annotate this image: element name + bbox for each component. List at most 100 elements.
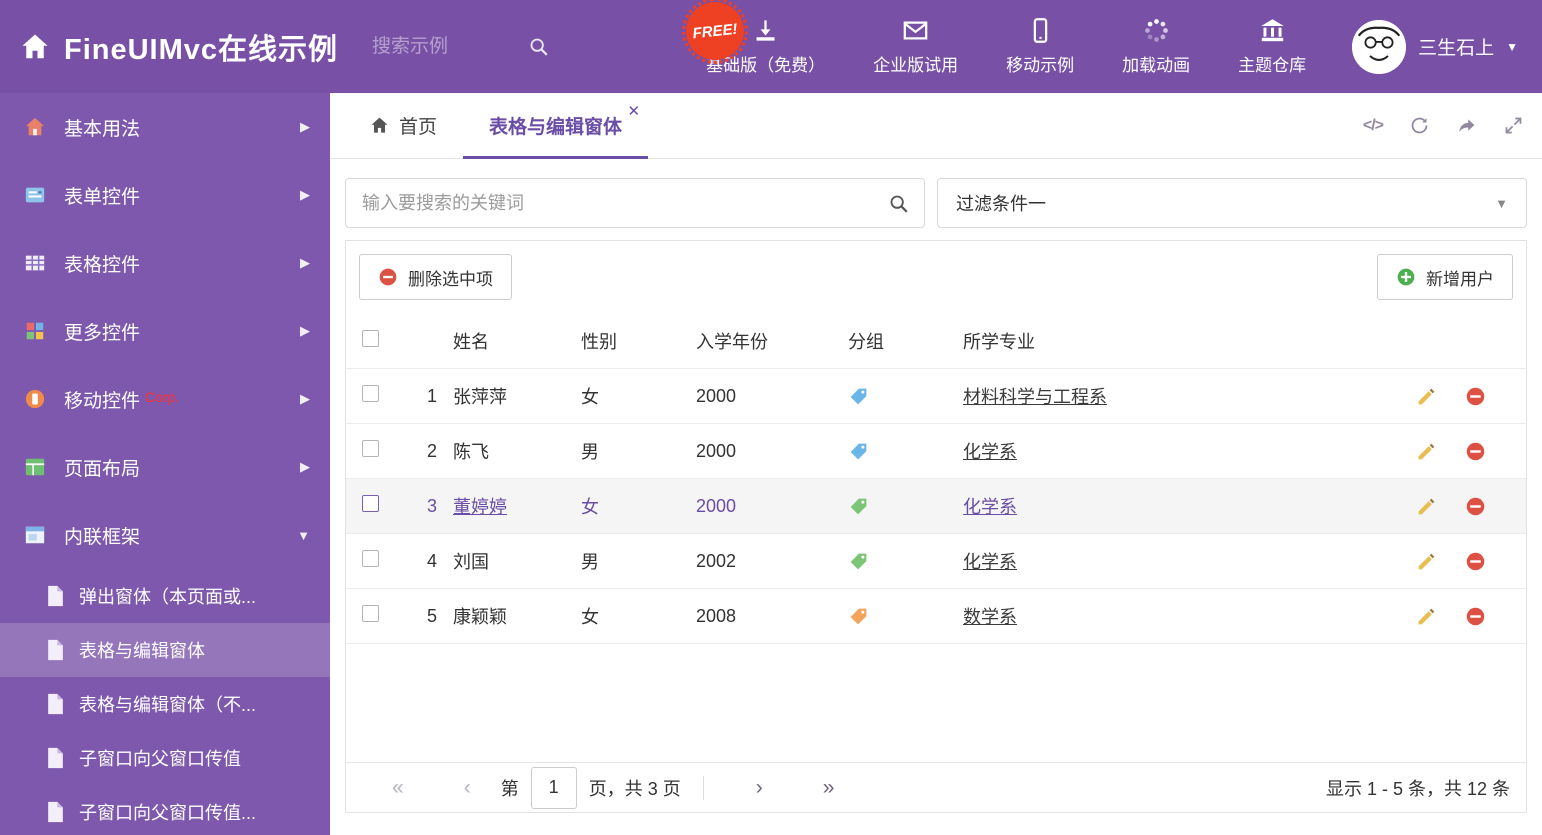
sidebar-item-form-controls[interactable]: 表单控件 ▶ [0,161,330,229]
nav-label: 主题仓库 [1238,56,1307,75]
source-code-icon[interactable]: </> [1363,117,1384,135]
cell-gender: 男 [581,442,599,462]
row-checkbox[interactable] [362,550,379,567]
edit-icon[interactable] [1416,386,1437,407]
tab-grid-edit-window[interactable]: 表格与编辑窗体 ✕ [463,93,649,159]
keyword-search-box [345,178,925,228]
nav-label: 加载动画 [1122,56,1191,75]
major-link[interactable]: 数学系 [963,607,1017,627]
row-index: 3 [426,495,437,516]
sidebar-subitem-popup-window[interactable]: 弹出窗体（本页面或... [0,569,330,623]
delete-selected-button[interactable]: 删除选中项 [359,254,512,300]
button-label: 删除选中项 [408,269,493,289]
keyword-search-input[interactable] [346,179,924,227]
cell-year: 2008 [696,605,737,626]
table-row: 5 康颖颖 女 2008 数学系 [346,589,1526,644]
major-link[interactable]: 化学系 [963,442,1017,462]
sidebar-nav: 基本用法 ▶ 表单控件 ▶ 表格控件 ▶ 更多控件 ▶ 移动控件 Corp. ▶ [0,93,330,835]
chevron-down-icon: ▼ [297,527,310,543]
sidebar-subitem-child-to-parent-2[interactable]: 子窗口向父窗口传值... [0,785,330,835]
delete-icon[interactable] [1465,386,1486,407]
sidebar-item-label: 内联框架 [64,526,141,548]
edit-icon[interactable] [1416,496,1437,517]
envelope-icon [902,17,929,44]
download-icon [752,17,779,44]
row-index: 2 [426,440,437,461]
prev-page-button[interactable]: ‹ [434,777,501,798]
spinner-icon [1143,17,1170,44]
filter-dropdown[interactable]: 过滤条件一 ▼ [937,178,1527,228]
major-link[interactable]: 化学系 [963,552,1017,572]
row-checkbox[interactable] [362,495,379,512]
cell-name[interactable]: 董婷婷 [451,493,576,519]
user-menu[interactable]: 三生石上 ▼ [1334,19,1542,74]
page-prefix-label: 第 [500,778,519,799]
pagination-bar: « ‹ 第 页，共 3 页 › » 显示 1 - 5 条，共 12 条 [346,762,1526,812]
home-icon [24,116,46,138]
edit-icon[interactable] [1416,606,1437,627]
cell-name: 刘国 [453,552,489,572]
header-search-input[interactable] [372,35,503,58]
sidebar-subitem-label: 表格与编辑窗体（不... [79,695,257,715]
record-count-summary: 显示 1 - 5 条，共 12 条 [1325,778,1510,799]
cell-gender: 女 [581,607,599,627]
sidebar-item-grid-controls[interactable]: 表格控件 ▶ [0,229,330,297]
row-checkbox[interactable] [362,385,379,402]
chevron-right-icon: ▶ [300,255,310,270]
sidebar-subitem-label: 表格与编辑窗体 [79,641,205,661]
cell-name: 陈飞 [453,442,489,462]
search-icon[interactable] [528,36,550,58]
cell-gender: 男 [581,552,599,572]
edit-icon[interactable] [1416,441,1437,462]
major-link[interactable]: 材料科学与工程系 [963,387,1107,407]
sidebar-item-page-layout[interactable]: 页面布局 ▶ [0,433,330,501]
tag-icon [848,496,869,517]
delete-icon[interactable] [1465,441,1486,462]
major-link[interactable]: 化学系 [963,497,1017,517]
nav-mobile-demo[interactable]: 移动示例 [986,17,1094,76]
table-header-row: 姓名 性别 入学年份 分组 所学专业 [346,313,1526,369]
first-page-button[interactable]: « [362,777,434,798]
search-icon[interactable] [888,193,910,215]
page-number-input[interactable] [530,766,577,809]
nav-enterprise-trial[interactable]: 企业版试用 [853,17,978,76]
close-icon[interactable]: ✕ [627,102,640,120]
delete-icon[interactable] [1465,496,1486,517]
sidebar-item-mobile-controls[interactable]: 移动控件 Corp. ▶ [0,365,330,433]
header-search [372,35,550,58]
row-index: 4 [426,550,437,571]
sidebar-subitem-grid-edit-window-2[interactable]: 表格与编辑窗体（不... [0,677,330,731]
delete-icon[interactable] [1465,606,1486,627]
expand-icon[interactable] [1503,115,1524,136]
sidebar-subitem-grid-edit-window[interactable]: 表格与编辑窗体 [0,623,330,677]
sidebar-item-basic-usage[interactable]: 基本用法 ▶ [0,93,330,161]
tag-icon [848,551,869,572]
table-row: 1 张萍萍 女 2000 材料科学与工程系 [346,369,1526,424]
sidebar-item-iframe[interactable]: 内联框架 ▼ [0,501,330,569]
row-checkbox[interactable] [362,440,379,457]
app-logo[interactable]: FineUIMvc在线示例 [0,26,338,68]
nav-loading-animation[interactable]: 加载动画 [1102,17,1210,76]
page-suffix-label: 页，共 3 页 [588,778,681,799]
bank-icon [1259,17,1286,44]
table-row-selected: 3 董婷婷 女 2000 化学系 [346,479,1526,534]
add-user-button[interactable]: 新增用户 [1377,254,1513,300]
chevron-right-icon: ▶ [300,459,310,474]
row-checkbox[interactable] [362,605,379,622]
tab-home[interactable]: 首页 [344,93,463,158]
mobile-control-icon [24,388,46,410]
share-icon[interactable] [1456,115,1477,136]
table-icon [24,252,46,274]
last-page-button[interactable]: » [793,777,865,798]
cell-year: 2000 [696,385,737,406]
edit-icon[interactable] [1416,551,1437,572]
sidebar-subitem-child-to-parent[interactable]: 子窗口向父窗口传值 [0,731,330,785]
delete-icon[interactable] [1465,551,1486,572]
sidebar-item-more-controls[interactable]: 更多控件 ▶ [0,297,330,365]
nav-theme-store[interactable]: 主题仓库 [1218,17,1326,76]
refresh-icon[interactable] [1409,115,1430,136]
sidebar-item-label: 移动控件 [64,390,141,412]
select-all-checkbox[interactable] [362,329,379,347]
header-nav: 基础版（免费） 企业版试用 移动示例 加载动画 主题仓库 [686,17,1334,76]
next-page-button[interactable]: › [726,777,793,798]
